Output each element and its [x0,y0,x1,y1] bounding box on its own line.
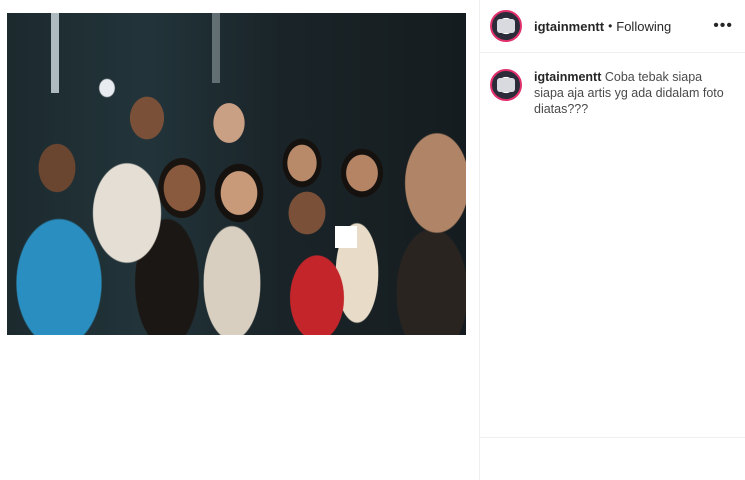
caption-username[interactable]: igtainmentt [534,70,601,84]
post-sidebar: igtainmentt • Following ••• igtainmentt … [479,0,745,480]
post-username[interactable]: igtainmentt [534,19,604,34]
caption-body: igtainmentt Coba tebak siapa siapa aja a… [534,69,732,117]
media-pane [0,0,479,480]
group-photo-image [7,13,466,335]
more-options-icon[interactable]: ••• [713,17,733,35]
caption-comment: igtainmentt Coba tebak siapa siapa aja a… [480,53,745,117]
separator-dot: • [608,19,613,33]
avatar-icon[interactable] [490,69,522,101]
post-header: igtainmentt • Following ••• [480,0,745,53]
post-photo[interactable] [7,13,466,335]
censor-block [335,226,357,248]
background-pole [51,13,59,93]
divider [480,437,745,438]
following-button[interactable]: Following [616,19,671,34]
avatar-icon[interactable] [490,10,522,42]
avatar-image [497,19,515,33]
background-pole [212,13,220,83]
avatar-image [497,78,515,92]
